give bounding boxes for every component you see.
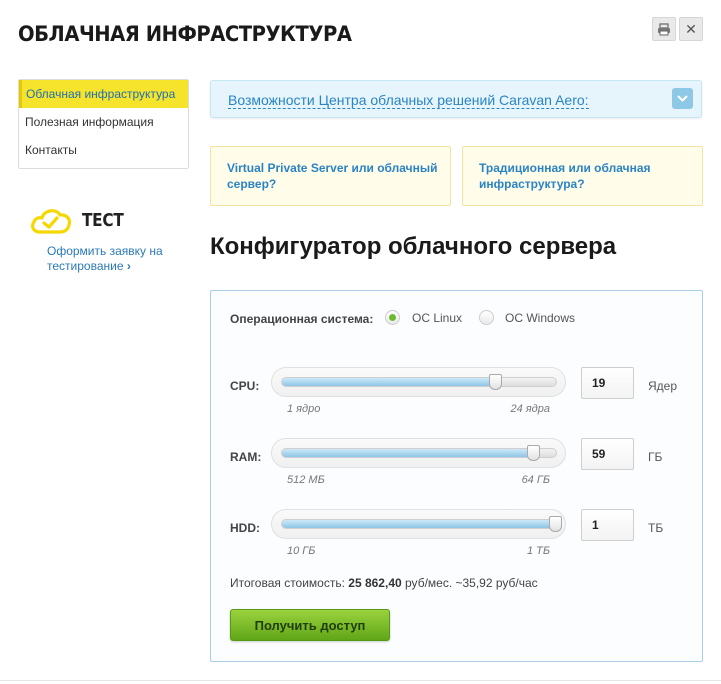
sidebar-nav: Облачная инфраструктура Полезная информа… bbox=[18, 79, 189, 169]
test-title: ТЕСТ bbox=[82, 210, 124, 231]
total-label: Итоговая стоимость: bbox=[230, 576, 345, 590]
os-windows-label[interactable]: ОС Windows bbox=[505, 311, 575, 325]
os-label: Операционная система: bbox=[230, 312, 374, 326]
ram-min-label: 512 МБ bbox=[287, 474, 325, 486]
sidebar-item-contacts[interactable]: Контакты bbox=[19, 136, 188, 164]
hdd-slider[interactable] bbox=[281, 516, 562, 532]
close-button[interactable]: ✕ bbox=[679, 17, 703, 41]
total-cost: Итоговая стоимость: 25 862,40 руб/мес. ~… bbox=[230, 576, 538, 590]
total-suffix: руб/мес. ~35,92 руб/час bbox=[405, 576, 538, 590]
features-link[interactable]: Возможности Центра облачных решений Cara… bbox=[228, 92, 589, 109]
chevron-down-icon[interactable] bbox=[672, 88, 693, 109]
total-value: 25 862,40 bbox=[348, 576, 402, 590]
os-linux-label[interactable]: ОС Linux bbox=[412, 311, 462, 325]
cpu-unit: Ядер bbox=[648, 379, 678, 393]
ram-slider-fill bbox=[282, 449, 535, 457]
arrow-right-icon: › bbox=[126, 259, 131, 273]
ram-unit: ГБ bbox=[648, 450, 663, 464]
configurator-panel: Операционная система: ОС Linux ОС Window… bbox=[210, 290, 703, 662]
card-link[interactable]: Virtual Private Server или облачный серв… bbox=[227, 160, 450, 192]
printer-icon bbox=[658, 22, 670, 35]
hdd-input[interactable]: 1 bbox=[581, 509, 634, 541]
sidebar-item-useful-info[interactable]: Полезная информация bbox=[19, 108, 188, 136]
cpu-slider[interactable] bbox=[281, 374, 557, 390]
ram-input[interactable]: 59 bbox=[581, 438, 634, 470]
hdd-slider-fill bbox=[282, 520, 556, 528]
ram-label: RAM: bbox=[230, 450, 262, 464]
sidebar-item-cloud-infrastructure[interactable]: Облачная инфраструктура bbox=[19, 80, 188, 108]
article-card-vps[interactable]: Virtual Private Server или облачный серв… bbox=[210, 146, 451, 206]
cpu-max-label: 24 ядра bbox=[510, 403, 550, 415]
test-request-link[interactable]: Оформить заявку на тестирование › bbox=[47, 244, 197, 274]
hdd-slider-handle[interactable] bbox=[549, 516, 562, 532]
os-windows-radio[interactable] bbox=[479, 310, 494, 325]
card-link[interactable]: Традиционная или облачная инфраструктура… bbox=[479, 160, 702, 192]
cpu-slider-fill bbox=[282, 378, 497, 386]
cpu-slider-handle[interactable] bbox=[489, 374, 503, 390]
ram-max-label: 64 ГБ bbox=[521, 474, 550, 486]
get-access-button[interactable]: Получить доступ bbox=[230, 609, 390, 641]
hdd-slider-row: HDD: 10 ГБ 1 ТБ 1 ТБ bbox=[211, 507, 702, 567]
ram-slider-handle[interactable] bbox=[527, 445, 541, 461]
cpu-slider-row: CPU: 1 ядро 24 ядра 19 Ядер bbox=[211, 365, 702, 425]
cloud-check-icon bbox=[31, 209, 72, 234]
hdd-max-label: 1 ТБ bbox=[526, 545, 550, 557]
bottom-divider bbox=[0, 680, 721, 681]
os-linux-radio[interactable] bbox=[385, 310, 400, 325]
cpu-label: CPU: bbox=[230, 379, 260, 393]
hdd-label: HDD: bbox=[230, 521, 260, 535]
cpu-input[interactable]: 19 bbox=[581, 367, 634, 399]
cpu-min-label: 1 ядро bbox=[287, 403, 321, 415]
print-button[interactable] bbox=[652, 17, 676, 41]
page-title: ОБЛАЧНАЯ ИНФРАСТРУКТУРА bbox=[18, 22, 352, 46]
features-accordion[interactable]: Возможности Центра облачных решений Cara… bbox=[210, 80, 702, 118]
ram-slider[interactable] bbox=[281, 445, 557, 461]
hdd-min-label: 10 ГБ bbox=[287, 545, 316, 557]
article-card-infrastructure[interactable]: Традиционная или облачная инфраструктура… bbox=[462, 146, 703, 206]
close-icon: ✕ bbox=[685, 20, 697, 37]
hdd-unit: ТБ bbox=[648, 521, 664, 535]
configurator-title: Конфигуратор облачного сервера bbox=[210, 233, 617, 260]
ram-slider-row: RAM: 512 МБ 64 ГБ 59 ГБ bbox=[211, 436, 702, 496]
